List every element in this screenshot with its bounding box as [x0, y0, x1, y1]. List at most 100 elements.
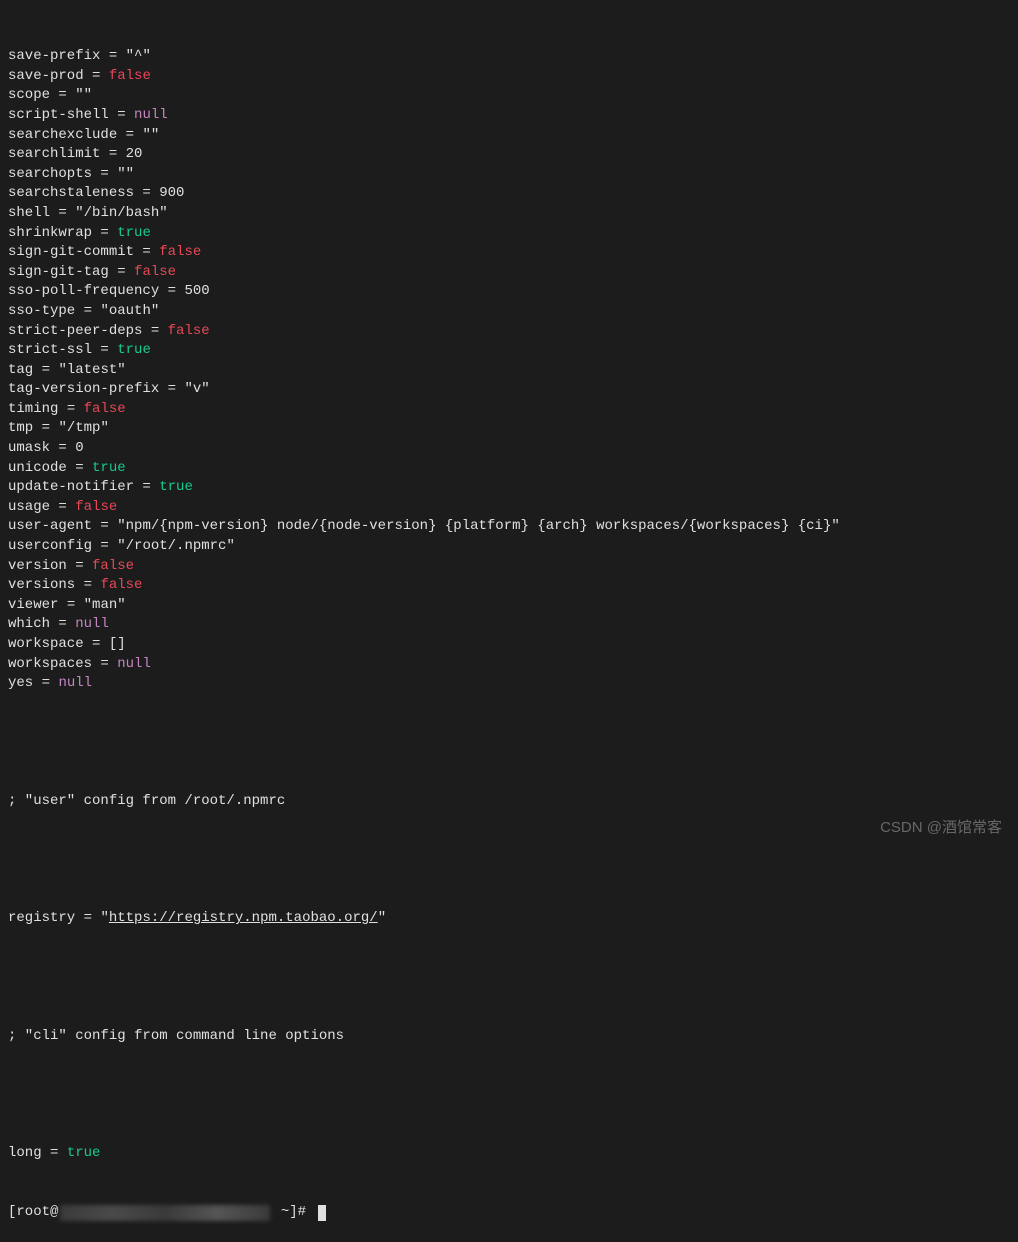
config-key: strict-peer-deps [8, 323, 142, 339]
config-key: userconfig [8, 538, 92, 554]
shell-prompt[interactable]: [root@ ~]# [8, 1203, 1010, 1223]
config-line-save-prefix: save-prefix = "^" [8, 47, 1010, 67]
config-key: strict-ssl [8, 342, 92, 358]
config-value: false [92, 558, 134, 574]
config-line-searchstaleness: searchstaleness = 900 [8, 184, 1010, 204]
config-line-timing: timing = false [8, 400, 1010, 420]
config-value: true [117, 342, 151, 358]
config-key: searchexclude [8, 127, 117, 143]
config-value: "/root/.npmrc" [117, 538, 235, 554]
config-line-versions: versions = false [8, 576, 1010, 596]
config-key: shell [8, 205, 50, 221]
config-key: timing [8, 401, 58, 417]
config-line-workspace: workspace = [] [8, 635, 1010, 655]
config-value: null [134, 107, 168, 123]
config-key: searchlimit [8, 146, 100, 162]
config-value: false [84, 401, 126, 417]
config-key: tag [8, 362, 33, 378]
config-line-unicode: unicode = true [8, 459, 1010, 479]
config-line-save-prod: save-prod = false [8, 67, 1010, 87]
config-key: shrinkwrap [8, 225, 92, 241]
config-key: unicode [8, 460, 67, 476]
cursor-icon [318, 1205, 326, 1221]
config-value: "man" [84, 597, 126, 613]
config-comment-cli: ; "cli" config from command line options [8, 1027, 1010, 1047]
config-line-sso-type: sso-type = "oauth" [8, 302, 1010, 322]
config-line-searchopts: searchopts = "" [8, 165, 1010, 185]
config-line-strict-ssl: strict-ssl = true [8, 341, 1010, 361]
config-value: 900 [159, 185, 184, 201]
config-value: "v" [184, 381, 209, 397]
config-value: null [58, 675, 92, 691]
config-key: version [8, 558, 67, 574]
config-key: yes [8, 675, 33, 691]
config-key: searchstaleness [8, 185, 134, 201]
config-line-searchlimit: searchlimit = 20 [8, 145, 1010, 165]
config-key: tag-version-prefix [8, 381, 159, 397]
config-value: false [75, 499, 117, 515]
config-key: user-agent [8, 518, 92, 534]
config-value: 0 [75, 440, 83, 456]
config-key: sign-git-tag [8, 264, 109, 280]
watermark-text: CSDN @酒馆常客 [880, 817, 1002, 838]
config-value: 20 [126, 146, 143, 162]
config-line-yes: yes = null [8, 674, 1010, 694]
config-line-shrinkwrap: shrinkwrap = true [8, 224, 1010, 244]
config-key: scope [8, 87, 50, 103]
config-line-scope: scope = "" [8, 86, 1010, 106]
config-key: tmp [8, 420, 33, 436]
config-line-viewer: viewer = "man" [8, 596, 1010, 616]
config-line-which: which = null [8, 615, 1010, 635]
config-key: searchopts [8, 166, 92, 182]
config-key: save-prefix [8, 48, 100, 64]
terminal-output[interactable]: save-prefix = "^"save-prod = falsescope … [8, 8, 1010, 1242]
config-key: script-shell [8, 107, 109, 123]
config-key: update-notifier [8, 479, 134, 495]
config-long-line: long = true [8, 1144, 1010, 1164]
config-line-umask: umask = 0 [8, 439, 1010, 459]
config-line-usage: usage = false [8, 498, 1010, 518]
config-key: versions [8, 577, 75, 593]
config-line-sign-git-tag: sign-git-tag = false [8, 263, 1010, 283]
config-value: "/tmp" [58, 420, 108, 436]
config-value: false [134, 264, 176, 280]
config-value: "oauth" [100, 303, 159, 319]
config-line-shell: shell = "/bin/bash" [8, 204, 1010, 224]
config-value: null [117, 656, 151, 672]
config-line-version: version = false [8, 557, 1010, 577]
config-key: which [8, 616, 50, 632]
config-line-tag-version-prefix: tag-version-prefix = "v" [8, 380, 1010, 400]
config-value: "" [117, 166, 134, 182]
config-line-sign-git-commit: sign-git-commit = false [8, 243, 1010, 263]
config-line-sso-poll-frequency: sso-poll-frequency = 500 [8, 282, 1010, 302]
config-value: true [117, 225, 151, 241]
config-line-tag: tag = "latest" [8, 361, 1010, 381]
config-key: sso-poll-frequency [8, 283, 159, 299]
config-key: sso-type [8, 303, 75, 319]
config-value: [] [109, 636, 126, 652]
config-value: false [159, 244, 201, 260]
config-key: umask [8, 440, 50, 456]
hostname-blurred [60, 1205, 270, 1221]
config-value: true [92, 460, 126, 476]
config-key: workspace [8, 636, 84, 652]
config-line-userconfig: userconfig = "/root/.npmrc" [8, 537, 1010, 557]
config-line-user-agent: user-agent = "npm/{npm-version} node/{no… [8, 517, 1010, 537]
config-value: null [75, 616, 109, 632]
config-key: sign-git-commit [8, 244, 134, 260]
config-value: "^" [126, 48, 151, 64]
config-line-tmp: tmp = "/tmp" [8, 419, 1010, 439]
config-value: "/bin/bash" [75, 205, 167, 221]
config-value: "" [75, 87, 92, 103]
config-key: viewer [8, 597, 58, 613]
config-line-script-shell: script-shell = null [8, 106, 1010, 126]
config-value: "latest" [58, 362, 125, 378]
config-line-searchexclude: searchexclude = "" [8, 126, 1010, 146]
config-value: true [159, 479, 193, 495]
config-value: 500 [184, 283, 209, 299]
config-key: usage [8, 499, 50, 515]
config-registry-line: registry = "https://registry.npm.taobao.… [8, 909, 1010, 929]
config-comment-user: ; "user" config from /root/.npmrc [8, 792, 1010, 812]
config-value: "" [142, 127, 159, 143]
config-key: save-prod [8, 68, 84, 84]
